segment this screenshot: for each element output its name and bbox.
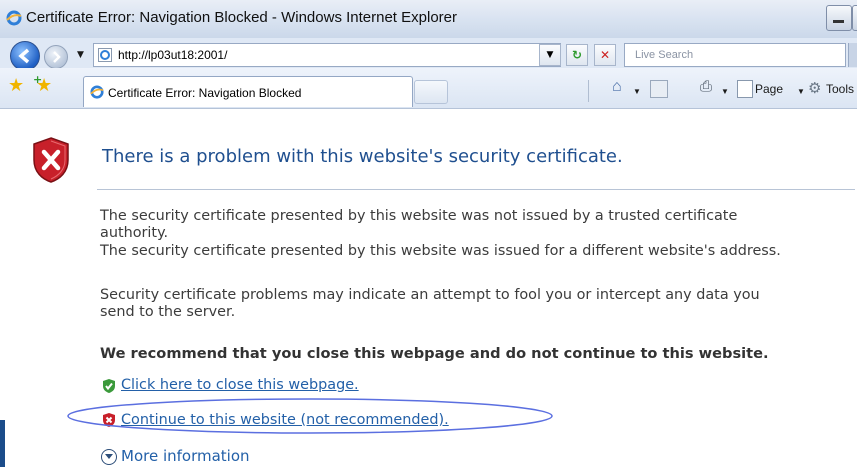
print-icon[interactable]: ⎙ (700, 78, 712, 95)
print-dropdown[interactable]: ▼ (721, 87, 729, 96)
new-tab-button[interactable] (414, 80, 448, 104)
more-information-link[interactable]: More information (121, 447, 250, 465)
toolbar-divider (588, 80, 589, 102)
window-title: Certificate Error: Navigation Blocked - … (26, 9, 458, 26)
ie-logo-icon (90, 84, 104, 103)
cert-untrusted-text: The security certificate presented by th… (100, 208, 738, 224)
recent-pages-dropdown[interactable]: ▼ (77, 50, 84, 60)
minimize-button[interactable] (826, 5, 852, 31)
favorites-star-icon[interactable]: ★ (8, 75, 24, 96)
annotation-ellipse (67, 398, 553, 434)
feeds-icon[interactable] (650, 80, 668, 98)
recommendation-text: We recommend that you close this webpage… (100, 345, 769, 362)
security-warning-text: Security certificate problems may indica… (100, 287, 760, 303)
background-window-edge (0, 420, 5, 467)
add-favorite-icon[interactable]: ★ + (33, 73, 52, 96)
page-ie-icon (98, 47, 112, 66)
security-warning-text-cont: send to the server. (100, 304, 236, 320)
back-button[interactable] (10, 41, 40, 71)
search-placeholder: Live Search (635, 49, 694, 61)
page-icon (737, 80, 753, 98)
page-title: There is a problem with this website's s… (102, 146, 623, 167)
search-button[interactable] (848, 43, 857, 67)
stop-icon: ✕ (599, 48, 611, 62)
tab-label: Certificate Error: Navigation Blocked (108, 86, 302, 100)
address-url[interactable]: http://lp03ut18:2001/ (118, 48, 227, 62)
address-bar[interactable]: http://lp03ut18:2001/ (93, 43, 561, 67)
page-menu[interactable]: Page (755, 82, 783, 96)
cert-mismatch-text: The security certificate presented by th… (100, 243, 781, 259)
stop-button[interactable]: ✕ (594, 44, 616, 66)
back-arrow-icon (18, 48, 30, 64)
title-divider (97, 189, 855, 190)
cert-untrusted-text-cont: authority. (100, 225, 169, 241)
home-dropdown[interactable]: ▼ (633, 87, 641, 96)
address-dropdown-button[interactable]: ▼ (539, 44, 561, 66)
tools-menu[interactable]: Tools (826, 82, 854, 96)
forward-button[interactable] (44, 45, 68, 69)
ie-logo-icon (6, 10, 22, 30)
refresh-button[interactable]: ↻ (566, 44, 588, 66)
search-input[interactable]: Live Search (624, 43, 846, 67)
shield-x-icon (31, 136, 71, 188)
green-check-shield-icon (102, 378, 116, 398)
home-icon[interactable]: ⌂ (612, 78, 622, 96)
refresh-icon: ↻ (571, 48, 583, 62)
tab-certificate-error[interactable]: Certificate Error: Navigation Blocked (83, 76, 413, 107)
close-webpage-link[interactable]: Click here to close this webpage. (121, 377, 359, 393)
forward-arrow-icon (53, 51, 61, 63)
page-dropdown[interactable]: ▼ (797, 87, 805, 96)
expand-circle-icon[interactable] (101, 449, 117, 465)
tools-gear-icon: ⚙ (808, 80, 822, 97)
maximize-button[interactable] (852, 5, 857, 31)
